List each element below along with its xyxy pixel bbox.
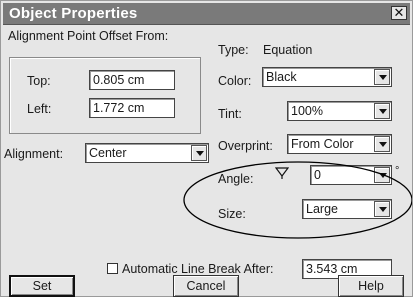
chevron-down-icon <box>196 151 204 156</box>
type-label: Type: <box>218 43 249 57</box>
close-icon: ✕ <box>393 5 405 20</box>
size-value: Large <box>306 202 338 216</box>
dialog-title: Object Properties <box>9 5 138 22</box>
tint-select[interactable]: 100% <box>287 101 392 121</box>
angle-unit: ° <box>395 165 400 177</box>
set-button[interactable]: Set <box>9 275 75 297</box>
angle-label: Angle: <box>218 172 254 186</box>
alignment-point-group-label: Alignment Point Offset From: <box>8 29 169 43</box>
color-select[interactable]: Black <box>262 67 392 87</box>
help-button[interactable]: Help <box>338 275 404 297</box>
overprint-value: From Color <box>291 137 354 151</box>
chevron-down-icon <box>379 142 387 147</box>
type-value: Equation <box>263 43 313 57</box>
chevron-down-icon <box>379 109 387 114</box>
left-offset-field[interactable]: 1.772 cm <box>89 98 175 118</box>
alignment-label: Alignment: <box>4 147 64 161</box>
chevron-down-icon <box>379 207 387 212</box>
alignment-select[interactable]: Center <box>85 143 209 163</box>
close-button[interactable]: ✕ <box>391 6 407 20</box>
angle-value: 0 <box>314 168 321 182</box>
size-dropdown-button[interactable] <box>374 201 390 217</box>
chevron-down-icon <box>379 173 387 178</box>
size-select[interactable]: Large <box>302 199 392 219</box>
angle-select[interactable]: 0 <box>310 165 392 185</box>
chevron-down-icon <box>379 75 387 80</box>
overprint-label: Overprint: <box>218 139 273 153</box>
color-value: Black <box>266 70 297 84</box>
color-label: Color: <box>218 74 252 88</box>
alignment-point-group <box>9 57 201 134</box>
angle-dropdown-button[interactable] <box>374 167 390 183</box>
left-label: Left: <box>27 102 52 116</box>
alignment-dropdown-button[interactable] <box>191 145 207 161</box>
angle-rotate-icon <box>275 167 289 179</box>
cancel-button[interactable]: Cancel <box>173 275 239 297</box>
color-dropdown-button[interactable] <box>374 69 390 85</box>
tint-label: Tint: <box>218 107 242 121</box>
size-label: Size: <box>218 207 246 221</box>
object-properties-dialog: Object Properties ✕ Alignment Point Offs… <box>0 0 413 297</box>
top-label: Top: <box>27 74 51 88</box>
title-bar[interactable]: Object Properties ✕ <box>3 3 410 25</box>
tint-dropdown-button[interactable] <box>374 103 390 119</box>
automatic-line-break-checkbox[interactable] <box>107 263 118 274</box>
alignment-value: Center <box>89 146 127 160</box>
automatic-line-break-label: Automatic Line Break After: <box>122 262 274 276</box>
tint-value: 100% <box>291 104 323 118</box>
overprint-select[interactable]: From Color <box>287 134 392 154</box>
top-offset-field[interactable]: 0.805 cm <box>89 70 175 90</box>
overprint-dropdown-button[interactable] <box>374 136 390 152</box>
